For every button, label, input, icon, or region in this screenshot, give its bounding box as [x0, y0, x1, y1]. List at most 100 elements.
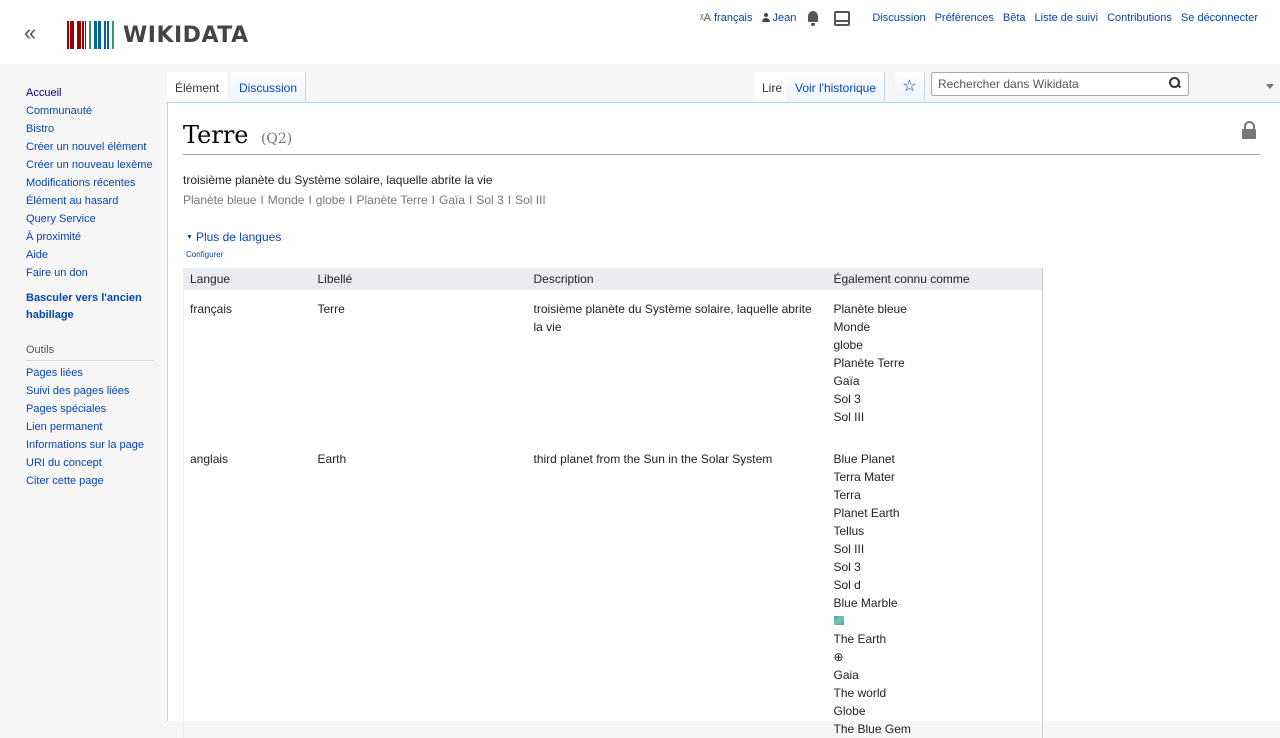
- header-description: Description: [527, 268, 828, 290]
- barcode-bar: [85, 21, 86, 49]
- sidebar-item-page-info[interactable]: Informations sur la page: [26, 436, 144, 454]
- switch-skin-link[interactable]: Basculer vers l'ancien habillage: [26, 290, 161, 324]
- collapse-sidebar-button[interactable]: «: [24, 20, 36, 46]
- preferences-link[interactable]: Préférences: [935, 12, 994, 24]
- sidebar-item-label[interactable]: Query Service: [26, 213, 96, 225]
- sidebar-item-label[interactable]: Suivi des pages liées: [26, 385, 129, 397]
- contributions-link[interactable]: Contributions: [1107, 12, 1172, 24]
- sidebar-item-label[interactable]: Citer cette page: [26, 475, 104, 487]
- alias: Planète bleue: [183, 193, 257, 207]
- alias-item: The Earth: [833, 632, 887, 646]
- alias-item: Blue Planet: [833, 452, 895, 466]
- sidebar-item-bistro[interactable]: Bistro: [26, 120, 153, 138]
- sidebar-item-label[interactable]: URI du concept: [26, 457, 102, 469]
- sidebar-item-special-pages[interactable]: Pages spéciales: [26, 400, 144, 418]
- alias-item: Sol 3: [833, 392, 861, 406]
- alias-item: Sol III: [833, 410, 865, 424]
- sidebar-item-label[interactable]: Élément au hasard: [26, 195, 118, 207]
- sidebar-item-help[interactable]: Aide: [26, 246, 153, 264]
- barcode-bar: [82, 21, 84, 49]
- sidebar-item-nearby[interactable]: À proximité: [26, 228, 153, 246]
- languages-table: Langue Libellé Description Également con…: [183, 268, 1043, 738]
- sidebar-item-create-item[interactable]: Créer un nouvel élément: [26, 138, 153, 156]
- barcode-bar: [75, 21, 76, 49]
- alias-separator: I: [469, 193, 473, 207]
- language-selector[interactable]: ᵡA français: [700, 12, 753, 24]
- item-id: (Q2): [260, 131, 293, 147]
- bell-icon[interactable]: [806, 10, 820, 26]
- watch-star-icon[interactable]: ☆: [895, 72, 925, 102]
- sidebar-item-donate[interactable]: Faire un don: [26, 264, 153, 282]
- tab-read[interactable]: Lire: [754, 72, 791, 102]
- personal-discussion-link[interactable]: Discussion: [872, 12, 925, 24]
- cell-description: troisième planète du Système solaire, la…: [533, 302, 812, 334]
- sidebar-item-random[interactable]: Élément au hasard: [26, 192, 153, 210]
- alias-separator: I: [349, 193, 353, 207]
- user-icon: [761, 13, 771, 23]
- barcode-bar: [107, 21, 109, 49]
- page-title: Terre: [183, 121, 249, 149]
- world-map-icon: [833, 616, 844, 625]
- sidebar-item-label[interactable]: Accueil: [26, 87, 61, 99]
- chevron-down-icon[interactable]: [1266, 84, 1274, 89]
- header-aliases: Également connu comme: [827, 268, 1043, 290]
- tray-icon[interactable]: [834, 10, 851, 26]
- alias-list: Planète bleue Monde globe Planète Terre Gaïa…: [834, 300, 1037, 426]
- sidebar-item-concept-uri[interactable]: URI du concept: [26, 454, 144, 472]
- sidebar-item-community[interactable]: Communauté: [26, 102, 153, 120]
- title-area: Terre (Q2): [183, 121, 1260, 155]
- alias-item: Terra: [833, 488, 861, 502]
- watchlist-link[interactable]: Liste de suivi: [1035, 12, 1099, 24]
- sidebar-item-permanent-link[interactable]: Lien permanent: [26, 418, 144, 436]
- sidebar-item-create-lexeme[interactable]: Créer un nouveau lexème: [26, 156, 153, 174]
- sidebar: Accueil Communauté Bistro Créer un nouve…: [0, 64, 167, 721]
- sidebar-item-what-links-here[interactable]: Pages liées: [26, 364, 144, 382]
- sidebar-item-label[interactable]: Informations sur la page: [26, 439, 144, 451]
- sidebar-item-label[interactable]: Pages spéciales: [26, 403, 106, 415]
- header-label: Libellé: [311, 268, 528, 290]
- alias-item: Planet Earth: [833, 506, 900, 520]
- beta-link[interactable]: Bêta: [1003, 12, 1026, 24]
- user-link[interactable]: Jean: [761, 12, 797, 24]
- lock-icon: [1242, 121, 1256, 139]
- sidebar-item-label[interactable]: Communauté: [26, 105, 92, 117]
- user-name: Jean: [772, 12, 797, 24]
- more-languages-toggle[interactable]: ▼ Plus de langues: [186, 230, 281, 244]
- logout-link[interactable]: Se déconnecter: [1181, 12, 1258, 24]
- sidebar-item-label[interactable]: Bistro: [26, 123, 54, 135]
- sidebar-item-label[interactable]: Créer un nouvel élément: [26, 141, 146, 153]
- alias-item: The Blue Gem: [833, 722, 911, 736]
- alias: Planète Terre: [356, 193, 428, 207]
- alias-item: globe: [833, 338, 863, 352]
- tab-history[interactable]: Voir l'historique: [787, 72, 885, 102]
- cell-aliases: Planète bleue Monde globe Planète Terre Gaïa…: [828, 290, 1043, 440]
- tools-menu: Pages liées Suivi des pages liées Pages …: [26, 364, 144, 490]
- sidebar-item-label[interactable]: Aide: [26, 249, 48, 261]
- triangle-down-icon: ▼: [186, 234, 193, 241]
- tab-element[interactable]: Élément: [167, 72, 228, 102]
- sidebar-item-label[interactable]: Modifications récentes: [26, 177, 135, 189]
- alias-item: Terra Mater: [833, 470, 895, 484]
- alias-separator: I: [431, 193, 436, 207]
- sidebar-item-query-service[interactable]: Query Service: [26, 210, 153, 228]
- alias-item: Blue Marble: [833, 596, 898, 610]
- tab-discussion[interactable]: Discussion: [231, 72, 307, 102]
- wikidata-logo[interactable]: WIKIDATA: [67, 20, 249, 50]
- barcode-bar: [112, 21, 114, 49]
- sidebar-item-related-changes[interactable]: Suivi des pages liées: [26, 382, 144, 400]
- cell-language: français: [190, 302, 233, 316]
- sidebar-item-label[interactable]: Faire un don: [26, 267, 88, 279]
- configure-link[interactable]: Configurer: [186, 250, 223, 259]
- search-icon[interactable]: [1169, 77, 1180, 88]
- sidebar-item-recent-changes[interactable]: Modifications récentes: [26, 174, 153, 192]
- sidebar-item-label[interactable]: Créer un nouveau lexème: [26, 159, 153, 171]
- sidebar-item-cite[interactable]: Citer cette page: [26, 472, 144, 490]
- sidebar-item-label[interactable]: Pages liées: [26, 367, 83, 379]
- search-input[interactable]: [938, 77, 1158, 91]
- sidebar-item-label[interactable]: Lien permanent: [26, 421, 102, 433]
- sidebar-item-label[interactable]: À proximité: [26, 231, 81, 243]
- alias-item: Planète bleue: [833, 302, 907, 316]
- sidebar-item-home[interactable]: Accueil: [26, 84, 153, 102]
- cell-label: Terre: [317, 302, 345, 316]
- barcode-bar: [87, 21, 88, 49]
